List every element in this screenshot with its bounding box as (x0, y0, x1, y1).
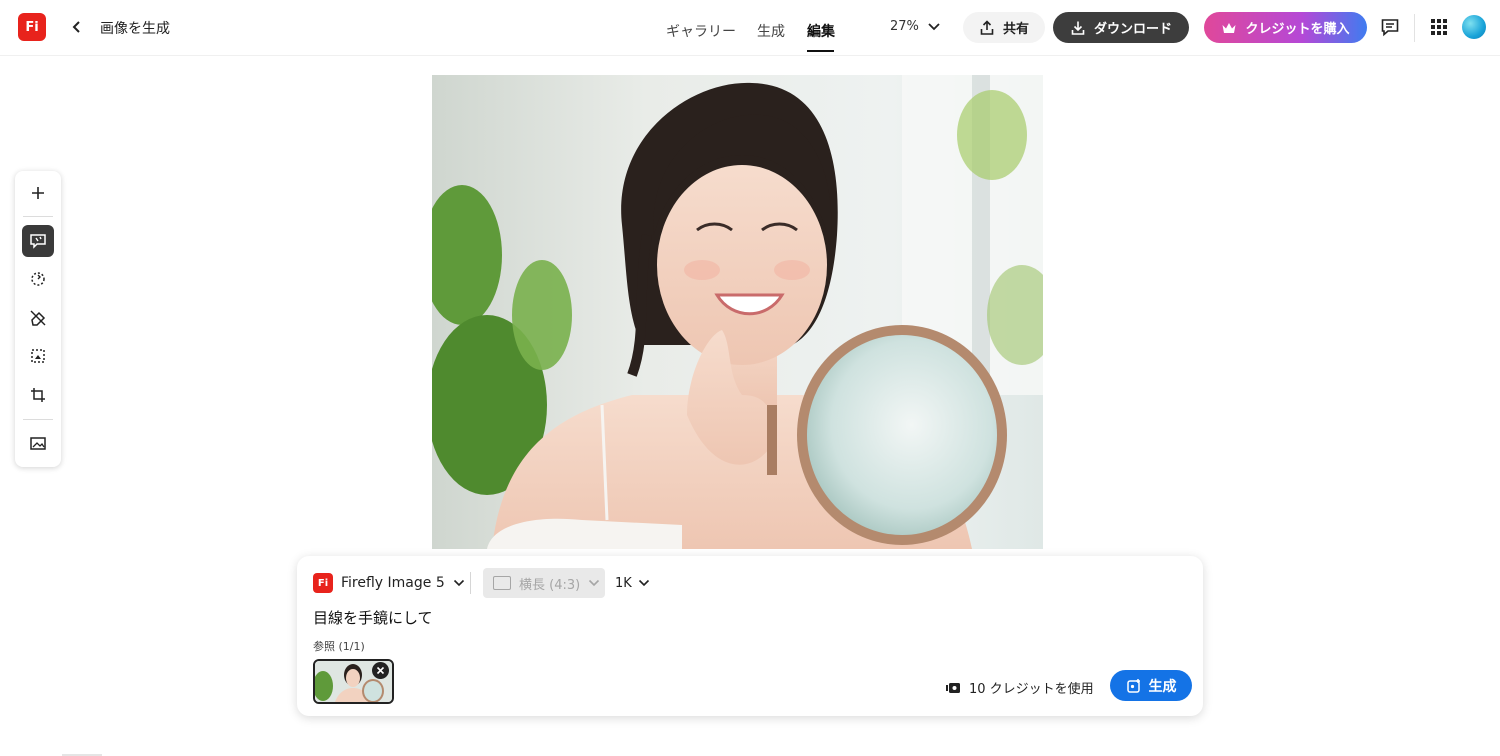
aspect-ratio-select: 横長 (4:3) (483, 568, 605, 598)
toolbar-divider (23, 419, 53, 420)
remove-reference-button[interactable] (372, 662, 389, 679)
panel-divider (470, 572, 471, 594)
aspect-ratio-icon (493, 576, 511, 590)
chevron-down-icon (453, 579, 464, 587)
firefly-model-icon: Fi (313, 573, 333, 593)
generate-label: 生成 (1148, 678, 1177, 695)
expand-image-icon (31, 349, 45, 363)
buy-credits-button[interactable]: クレジットを購入 (1204, 12, 1367, 43)
edit-toolbar (15, 171, 61, 467)
prompt-panel: Fi Firefly Image 5 横長 (4:3) 1K 目線を手鏡にして … (297, 556, 1203, 716)
model-select[interactable]: Fi Firefly Image 5 (307, 568, 471, 598)
zoom-control[interactable]: 27% (890, 19, 941, 34)
credits-icon (946, 682, 960, 693)
generate-icon (1126, 678, 1140, 693)
image-upload-icon (30, 437, 46, 450)
tab-gallery[interactable]: ギャラリー (666, 21, 736, 41)
aspect-ratio-value: 横長 (4:3) (519, 577, 581, 593)
page-title: 画像を生成 (100, 21, 170, 37)
credit-cost-label: 10 クレジットを使用 (969, 682, 1094, 697)
feedback-icon[interactable] (1380, 17, 1400, 37)
download-label: ダウンロード (1093, 22, 1172, 37)
zoom-level: 27% (890, 19, 919, 34)
back-button[interactable] (66, 16, 88, 38)
plus-icon (32, 187, 44, 199)
resolution-select[interactable]: 1K (615, 568, 650, 598)
eraser-icon (30, 310, 46, 326)
expand-image-tool-button[interactable] (22, 340, 54, 372)
eraser-tool-button[interactable] (22, 302, 54, 334)
prompt-edit-icon (30, 234, 46, 249)
share-label: 共有 (1002, 22, 1029, 37)
chevron-left-icon (72, 21, 80, 33)
share-button[interactable]: 共有 (963, 12, 1045, 43)
user-avatar[interactable] (1462, 15, 1486, 39)
credit-cost: 10 クレジットを使用 (945, 678, 1094, 697)
share-icon (980, 19, 994, 35)
app-header: Fi 画像を生成 ギャラリー 生成 編集 27% 共有 ダウンロード クレジット… (0, 0, 1500, 56)
download-icon (1071, 21, 1085, 35)
generate-button[interactable]: 生成 (1110, 670, 1192, 701)
prompt-edit-tool-button[interactable] (22, 225, 54, 257)
resolution-value: 1K (615, 575, 632, 591)
header-divider (1414, 14, 1415, 42)
crown-icon (1222, 22, 1236, 33)
download-button[interactable]: ダウンロード (1053, 12, 1189, 43)
tab-edit[interactable]: 編集 (807, 21, 835, 41)
tab-generate[interactable]: 生成 (757, 21, 785, 41)
generated-image[interactable] (432, 75, 1043, 549)
remove-background-tool-button[interactable] (22, 263, 54, 295)
add-tool-button[interactable] (22, 177, 54, 209)
chevron-down-icon (928, 22, 940, 30)
crop-icon (31, 388, 45, 402)
chevron-down-icon (589, 579, 600, 587)
prompt-input[interactable]: 目線を手鏡にして (313, 607, 433, 628)
buy-credits-label: クレジットを購入 (1245, 22, 1350, 37)
close-icon (376, 666, 385, 675)
firefly-logo[interactable]: Fi (18, 13, 46, 41)
model-name: Firefly Image 5 (341, 575, 445, 591)
chevron-down-icon (638, 579, 649, 587)
remove-background-icon (31, 272, 45, 286)
image-upload-tool-button[interactable] (22, 427, 54, 459)
active-tab-indicator (807, 50, 834, 52)
crop-tool-button[interactable] (22, 379, 54, 411)
toolbar-divider (23, 216, 53, 217)
reference-label: 参照 (1/1) (313, 640, 365, 653)
apps-grid-icon[interactable] (1429, 17, 1449, 37)
